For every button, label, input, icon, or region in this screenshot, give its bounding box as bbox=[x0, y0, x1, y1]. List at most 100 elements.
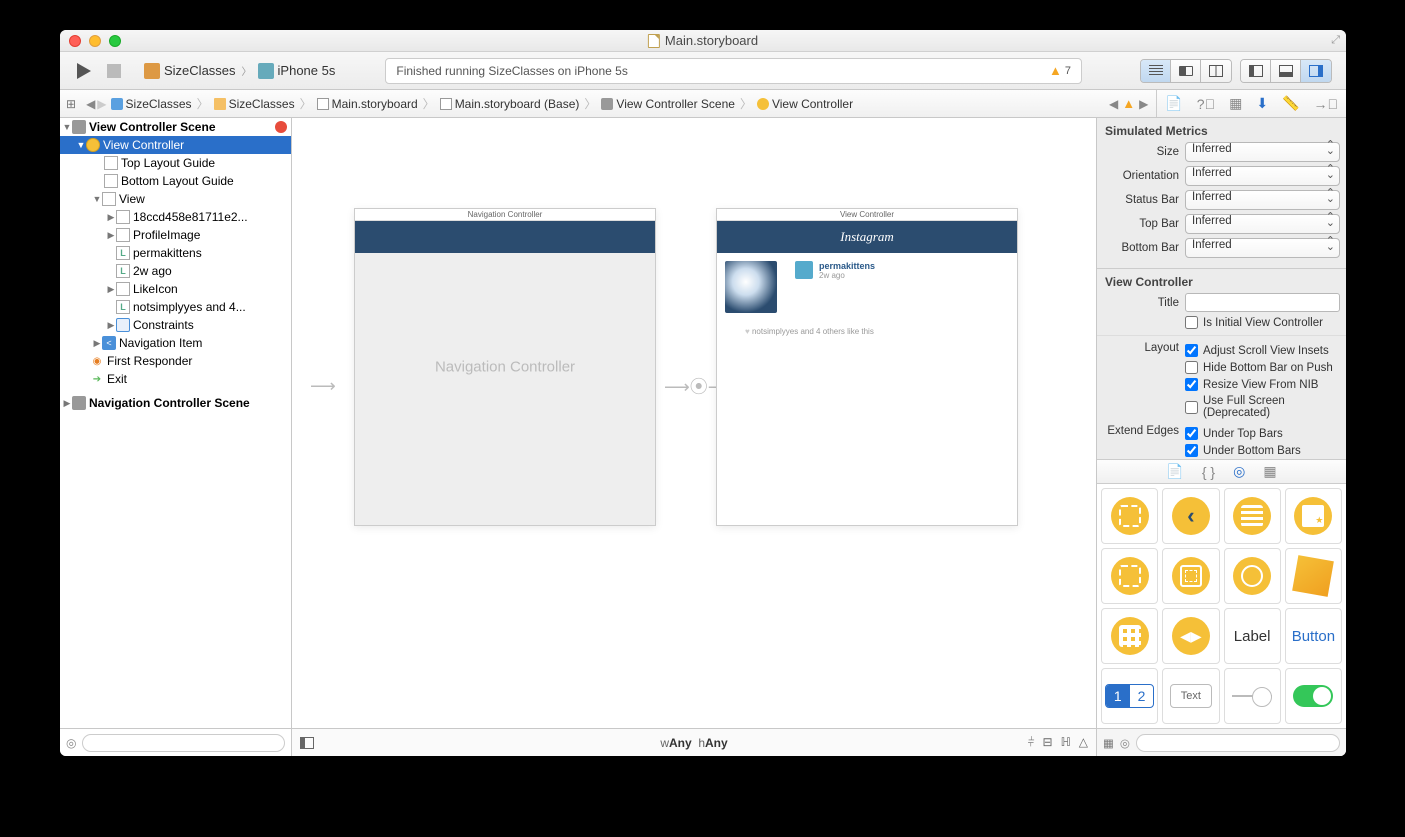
filter-icon[interactable]: ◎ bbox=[66, 736, 76, 750]
outline-navitem[interactable]: ▶<Navigation Item bbox=[60, 334, 291, 352]
stop-button[interactable] bbox=[104, 61, 124, 81]
fullscreen-icon[interactable]: ⤢ bbox=[1331, 34, 1340, 47]
toggle-debug-button[interactable] bbox=[1271, 60, 1301, 82]
outline-scene[interactable]: ▼ View Controller Scene bbox=[60, 118, 291, 136]
outline-view[interactable]: ▼View bbox=[60, 190, 291, 208]
navigation-controller-scene[interactable]: Navigation Controller Navigation Control… bbox=[354, 208, 656, 526]
outline-label[interactable]: Lpermakittens bbox=[60, 244, 291, 262]
identity-inspector-tab[interactable]: ▦ bbox=[1229, 95, 1242, 112]
size-class-control[interactable]: wAny hAny bbox=[660, 736, 727, 750]
file-template-library-tab[interactable]: 📄 bbox=[1166, 463, 1183, 480]
pin-button[interactable]: ℍ bbox=[1061, 735, 1071, 750]
size-inspector-tab[interactable]: 📏 bbox=[1282, 95, 1299, 112]
lib-collectionviewcontroller[interactable]: ★ bbox=[1285, 488, 1342, 544]
code-snippet-library-tab[interactable]: { } bbox=[1202, 464, 1215, 480]
lib-tableviewcontroller[interactable] bbox=[1224, 488, 1281, 544]
outline-label[interactable]: L2w ago bbox=[60, 262, 291, 280]
outline-bottom-guide[interactable]: Bottom Layout Guide bbox=[60, 172, 291, 190]
lib-container[interactable] bbox=[1162, 548, 1219, 604]
initial-vc-checkbox[interactable]: Is Initial View Controller bbox=[1097, 314, 1346, 331]
outline-imageview[interactable]: ▶18ccd458e81711e2... bbox=[60, 208, 291, 226]
hide-bottom-checkbox[interactable]: Hide Bottom Bar on Push bbox=[1185, 359, 1340, 376]
lib-slider[interactable] bbox=[1224, 668, 1281, 724]
adjust-insets-checkbox[interactable]: Adjust Scroll View Insets bbox=[1185, 342, 1340, 359]
navigation-bar[interactable] bbox=[355, 221, 655, 253]
profile-image[interactable] bbox=[795, 261, 813, 279]
lib-button[interactable]: Button bbox=[1285, 608, 1342, 664]
warnings-badge[interactable]: ▲ 7 bbox=[1049, 63, 1071, 78]
bottombar-select[interactable]: Inferred bbox=[1185, 238, 1340, 258]
outline-scene[interactable]: ▶ Navigation Controller Scene bbox=[60, 394, 291, 412]
attributes-inspector-tab[interactable]: ⬇ bbox=[1256, 95, 1268, 112]
toggle-utilities-button[interactable] bbox=[1301, 60, 1331, 82]
minimize-window-button[interactable] bbox=[89, 35, 101, 47]
library-filter-field[interactable] bbox=[1136, 734, 1340, 752]
file-inspector-tab[interactable]: 📄 bbox=[1165, 95, 1182, 112]
outline-first-responder[interactable]: ◉First Responder bbox=[60, 352, 291, 370]
toggle-outline-button[interactable] bbox=[300, 737, 314, 749]
post-view[interactable]: permakittens 2w ago bbox=[717, 253, 1017, 321]
grid-list-toggle[interactable]: ▦ bbox=[1103, 736, 1114, 750]
lib-viewcontroller[interactable] bbox=[1101, 488, 1158, 544]
jumpbar-project[interactable]: SizeClasses bbox=[111, 97, 192, 111]
editor-standard-button[interactable] bbox=[1141, 60, 1171, 82]
lib-view[interactable] bbox=[1101, 548, 1158, 604]
lib-label[interactable]: Label bbox=[1224, 608, 1281, 664]
issue-back-button[interactable]: ◀ bbox=[1109, 97, 1118, 111]
related-items-icon[interactable]: ⊞ bbox=[66, 97, 76, 111]
outline-viewcontroller[interactable]: ▼ View Controller bbox=[60, 136, 291, 154]
align-button[interactable]: ⊟ bbox=[1043, 735, 1053, 750]
lib-switch[interactable] bbox=[1285, 668, 1342, 724]
connections-inspector-tab[interactable]: →⃝ bbox=[1314, 96, 1339, 112]
navigation-bar[interactable]: Instagram bbox=[717, 221, 1017, 253]
outline-filter-field[interactable] bbox=[82, 734, 285, 752]
forward-button[interactable]: ▶ bbox=[97, 97, 106, 111]
resolve-issues-button[interactable]: △ bbox=[1079, 735, 1088, 750]
lib-pageviewcontroller[interactable] bbox=[1224, 548, 1281, 604]
under-top-checkbox[interactable]: Under Top Bars bbox=[1185, 425, 1340, 442]
fullscreen-checkbox[interactable]: Use Full Screen (Deprecated) bbox=[1185, 393, 1340, 421]
editor-assistant-button[interactable] bbox=[1171, 60, 1201, 82]
error-indicator-icon[interactable] bbox=[275, 121, 287, 133]
title-field[interactable] bbox=[1185, 293, 1340, 312]
jumpbar-controller[interactable]: View Controller bbox=[757, 97, 853, 111]
editor-version-button[interactable] bbox=[1201, 60, 1231, 82]
orientation-select[interactable]: Inferred bbox=[1185, 166, 1340, 186]
stack-button[interactable]: ⫩ bbox=[1028, 735, 1035, 750]
close-window-button[interactable] bbox=[69, 35, 81, 47]
lib-object[interactable] bbox=[1285, 548, 1342, 604]
outline-imageview[interactable]: ▶ProfileImage bbox=[60, 226, 291, 244]
filter-icon[interactable]: ◎ bbox=[1120, 736, 1130, 750]
jumpbar-localization[interactable]: Main.storyboard (Base) bbox=[440, 97, 580, 111]
toggle-navigator-button[interactable] bbox=[1241, 60, 1271, 82]
outline-constraints[interactable]: ▶Constraints bbox=[60, 316, 291, 334]
outline-imageview[interactable]: ▶LikeIcon bbox=[60, 280, 291, 298]
outline-exit[interactable]: ➔Exit bbox=[60, 370, 291, 388]
media-library-tab[interactable]: ▦ bbox=[1263, 463, 1276, 480]
size-select[interactable]: Inferred bbox=[1185, 142, 1340, 162]
post-image[interactable] bbox=[725, 261, 777, 313]
ib-canvas[interactable]: ⟶ Navigation Controller Navigation Contr… bbox=[292, 118, 1096, 756]
resize-nib-checkbox[interactable]: Resize View From NIB bbox=[1185, 376, 1340, 393]
jumpbar-scene[interactable]: View Controller Scene bbox=[601, 97, 735, 111]
jumpbar-group[interactable]: SizeClasses bbox=[214, 97, 295, 111]
view-controller-scene[interactable]: View Controller Instagram permakittens 2… bbox=[716, 208, 1018, 526]
lib-splitviewcontroller[interactable] bbox=[1101, 608, 1158, 664]
lib-textfield[interactable]: Text bbox=[1162, 668, 1219, 724]
outline-top-guide[interactable]: Top Layout Guide bbox=[60, 154, 291, 172]
scheme-selector[interactable]: SizeClasses 〉 iPhone 5s bbox=[144, 63, 335, 79]
warning-icon[interactable]: ▲ bbox=[1122, 96, 1135, 111]
back-button[interactable]: ◀ bbox=[86, 97, 95, 111]
lib-navigationcontroller[interactable]: ‹ bbox=[1162, 488, 1219, 544]
lib-tabbarcontroller[interactable]: ◀▶ bbox=[1162, 608, 1219, 664]
outline-label[interactable]: Lnotsimplyyes and 4... bbox=[60, 298, 291, 316]
topbar-select[interactable]: Inferred bbox=[1185, 214, 1340, 234]
lib-segmented[interactable]: 12 bbox=[1101, 668, 1158, 724]
jumpbar-file[interactable]: Main.storyboard bbox=[317, 97, 418, 111]
run-button[interactable] bbox=[74, 61, 94, 81]
object-library-tab[interactable]: ◎ bbox=[1233, 463, 1245, 480]
under-bottom-checkbox[interactable]: Under Bottom Bars bbox=[1185, 442, 1340, 459]
help-inspector-tab[interactable]: ?⃝ bbox=[1197, 96, 1215, 112]
zoom-window-button[interactable] bbox=[109, 35, 121, 47]
statusbar-select[interactable]: Inferred bbox=[1185, 190, 1340, 210]
